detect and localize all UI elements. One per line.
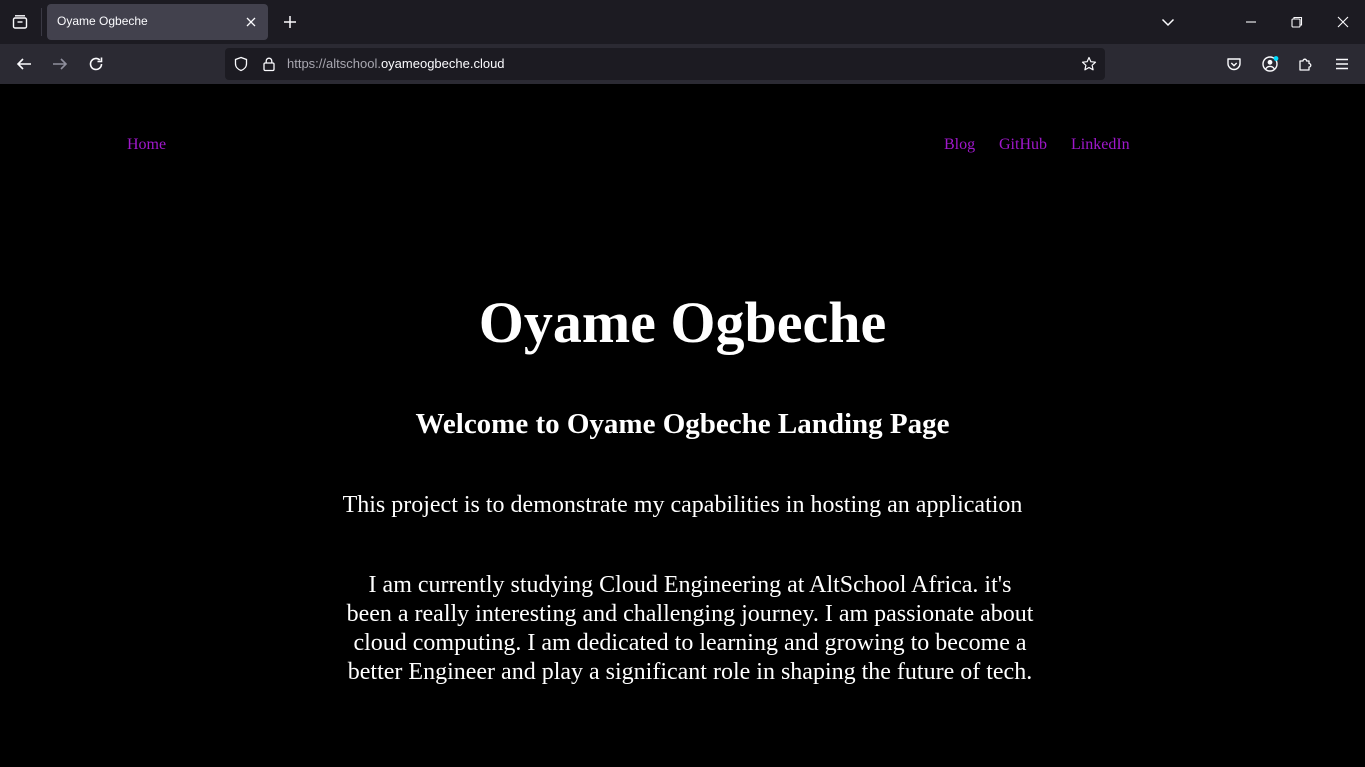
arrow-left-icon[interactable]	[10, 50, 38, 78]
account-icon[interactable]	[1256, 50, 1284, 78]
pocket-icon[interactable]	[1220, 50, 1248, 78]
nav-link-linkedin[interactable]: LinkedIn	[1071, 136, 1130, 154]
browser-nav-bar: https://altschool.oyameogbeche.cloud	[0, 44, 1365, 84]
reload-icon[interactable]	[82, 50, 110, 78]
url-prefix: https://altschool.	[287, 56, 381, 71]
plus-icon[interactable]	[278, 9, 302, 35]
project-description: This project is to demonstrate my capabi…	[342, 492, 1023, 518]
url-domain: oyameogbeche.cloud	[380, 56, 505, 71]
chevron-down-icon[interactable]	[1154, 8, 1182, 36]
hamburger-menu-icon[interactable]	[1328, 50, 1356, 78]
nav-link-blog[interactable]: Blog	[944, 136, 975, 154]
minimize-icon[interactable]	[1237, 8, 1265, 36]
close-icon[interactable]	[242, 13, 260, 31]
tab-title: Oyame Ogbeche	[57, 14, 148, 28]
url-bar[interactable]: https://altschool.oyameogbeche.cloud	[225, 48, 1105, 80]
browser-tab[interactable]: Oyame Ogbeche	[47, 4, 268, 40]
web-page: Home Blog GitHub LinkedIn Oyame Ogbeche …	[0, 84, 1365, 767]
star-icon[interactable]	[1079, 54, 1099, 74]
tab-separator	[41, 8, 42, 36]
page-subtitle: Welcome to Oyame Ogbeche Landing Page	[415, 408, 950, 440]
shield-icon[interactable]	[232, 55, 250, 73]
nav-link-home[interactable]: Home	[127, 136, 166, 154]
lock-icon[interactable]	[260, 55, 278, 73]
arrow-right-icon[interactable]	[46, 50, 74, 78]
close-window-icon[interactable]	[1329, 8, 1357, 36]
browser-tab-bar: Oyame Ogbeche	[0, 0, 1365, 44]
restore-icon[interactable]	[1283, 8, 1311, 36]
page-title: Oyame Ogbeche	[478, 290, 887, 355]
tab-list-icon[interactable]	[6, 8, 34, 36]
nav-link-github[interactable]: GitHub	[999, 136, 1047, 154]
url-text[interactable]: https://altschool.oyameogbeche.cloud	[287, 56, 505, 71]
puzzle-icon[interactable]	[1292, 50, 1320, 78]
about-paragraph: I am currently studying Cloud Engineerin…	[346, 572, 1034, 685]
